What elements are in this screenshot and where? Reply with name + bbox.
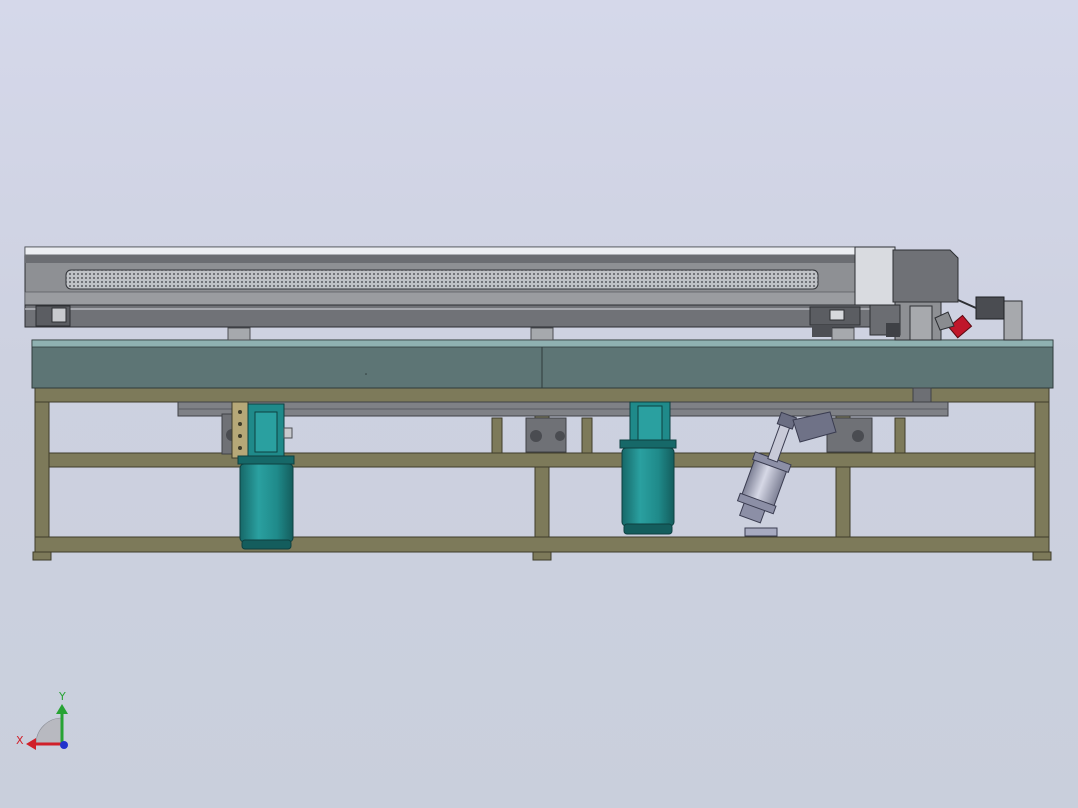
frame-top-rail xyxy=(34,387,1050,403)
table-top-edge xyxy=(31,339,1054,348)
y-axis-label: Y xyxy=(58,690,66,703)
frame-brace xyxy=(491,417,503,454)
frame-mid-rail xyxy=(48,452,1036,468)
z-axis-dot xyxy=(60,741,68,749)
frame-leg xyxy=(1034,387,1050,561)
gear-motor-right[interactable] xyxy=(619,401,677,535)
frame-brace xyxy=(894,417,906,454)
x-axis-label: X xyxy=(16,734,24,747)
cad-viewport[interactable]: Y X xyxy=(0,0,1078,808)
frame-foot xyxy=(1032,551,1052,561)
assembly-drawing[interactable]: Y X xyxy=(0,0,1078,808)
frame-brace xyxy=(581,417,593,454)
pneumatic-cylinder[interactable] xyxy=(733,409,837,537)
frame-foot xyxy=(532,551,552,561)
gantry-beam[interactable] xyxy=(24,246,884,337)
beam-mesh-panel xyxy=(65,269,819,290)
frame-foot xyxy=(32,551,52,561)
orientation-triad[interactable]: Y X xyxy=(16,690,68,750)
frame-leg xyxy=(34,387,50,561)
gantry-end-head[interactable] xyxy=(854,246,1023,341)
frame-bottom-rail xyxy=(34,536,1050,553)
gear-motor-left[interactable] xyxy=(231,401,295,550)
spacer-blocks xyxy=(227,327,855,341)
